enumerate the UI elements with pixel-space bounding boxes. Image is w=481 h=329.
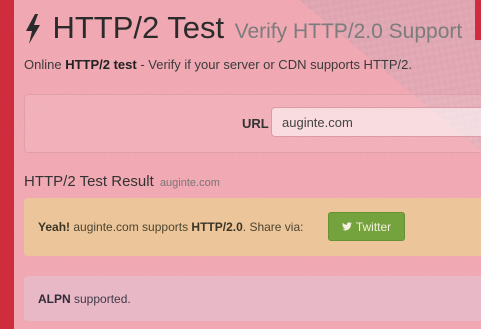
success-text-mid: auginte.com supports	[70, 220, 192, 234]
success-protocol: HTTP/2.0	[191, 220, 243, 234]
left-red-edge	[0, 0, 14, 329]
alpn-info-alert: ALPN supported.	[24, 276, 481, 321]
twitter-icon	[341, 222, 352, 231]
success-alert: Yeah! auginte.com supports HTTP/2.0. Sha…	[24, 198, 481, 256]
alpn-bold: ALPN	[38, 292, 71, 306]
result-heading-domain: auginte.com	[159, 177, 220, 189]
tagline-suffix: - Verify if your server or CDN supports …	[136, 57, 412, 72]
tagline-prefix: Online	[24, 57, 66, 72]
twitter-share-button[interactable]: Twitter	[328, 212, 405, 241]
twitter-button-label: Twitter	[355, 219, 392, 234]
success-yeah: Yeah!	[38, 220, 71, 234]
url-label: URL	[242, 116, 269, 131]
alpn-text: supported.	[70, 292, 131, 306]
success-message: Yeah! auginte.com supports HTTP/2.0. Sha…	[38, 220, 303, 234]
success-share-text: . Share via:	[242, 220, 304, 234]
result-heading-text: HTTP/2 Test Result	[24, 173, 154, 190]
tagline: Online HTTP/2 test - Verify if your serv…	[24, 57, 412, 72]
page-header: HTTP/2 Test Verify HTTP/2.0 Support	[24, 10, 462, 46]
bolt-icon	[24, 14, 42, 44]
tagline-bold: HTTP/2 test	[65, 57, 137, 72]
result-heading: HTTP/2 Test Result auginte.com	[24, 173, 220, 190]
page-subtitle: Verify HTTP/2.0 Support	[234, 20, 463, 43]
url-form-panel: URL	[24, 94, 481, 153]
url-input[interactable]	[271, 107, 481, 137]
page-title: HTTP/2 Test	[52, 10, 225, 45]
main-content: HTTP/2 Test Verify HTTP/2.0 Support Onli…	[24, 0, 481, 329]
alpn-message: ALPN supported.	[38, 292, 131, 306]
